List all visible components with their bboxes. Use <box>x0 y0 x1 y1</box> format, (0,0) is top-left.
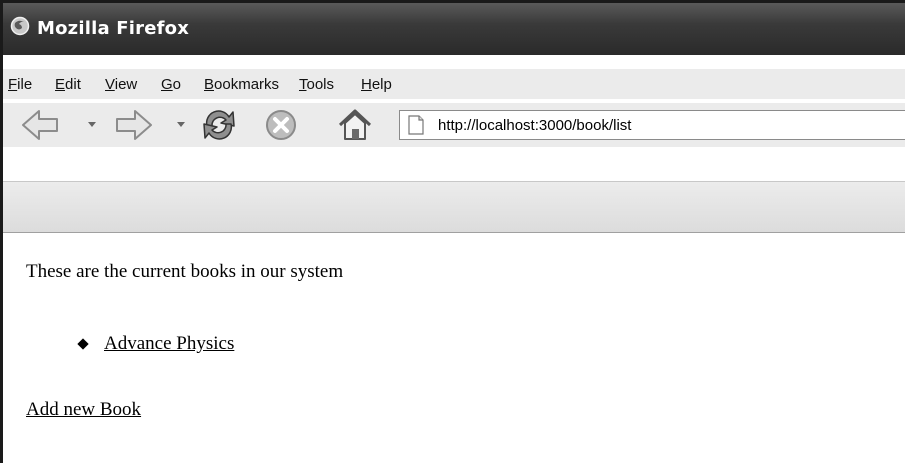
menu-file-rest: ile <box>17 75 33 93</box>
menu-view-mnemonic: V <box>105 75 115 93</box>
menu-file[interactable]: File <box>3 76 37 93</box>
browser-window: Mozilla Firefox File Edit View Go Bookma… <box>0 0 905 463</box>
menu-edit-mnemonic: E <box>55 75 66 93</box>
navigation-toolbar: http://localhost:3000/book/list <box>3 103 905 147</box>
firefox-icon <box>9 15 31 37</box>
menu-help[interactable]: Help <box>356 76 397 93</box>
forward-icon[interactable] <box>109 103 157 147</box>
list-item: Advance Physics <box>77 333 234 355</box>
page-content: These are the current books in our syste… <box>3 233 905 463</box>
menu-tools-mnemonic: T <box>299 75 307 93</box>
home-icon[interactable] <box>331 103 379 147</box>
back-icon[interactable] <box>17 103 65 147</box>
menu-bar: File Edit View Go Bookmarks Tools Help <box>3 69 905 99</box>
menu-help-mnemonic: H <box>361 75 372 93</box>
menu-view[interactable]: View <box>100 76 142 93</box>
menu-go-rest: o <box>172 75 182 93</box>
add-new-book-link[interactable]: Add new Book <box>26 399 141 421</box>
page-icon <box>408 115 426 135</box>
menu-edit[interactable]: Edit <box>50 76 86 93</box>
menu-view-rest: iew <box>114 75 138 93</box>
bookmarks-toolbar <box>3 181 905 233</box>
book-list: Advance Physics <box>77 333 234 355</box>
menu-tools-rest: ools <box>306 75 335 93</box>
stop-icon[interactable] <box>257 103 305 147</box>
menu-bookmarks-mnemonic: B <box>204 75 215 93</box>
bullet-icon <box>77 338 89 350</box>
menu-file-mnemonic: F <box>8 75 18 93</box>
menu-bookmarks[interactable]: Bookmarks <box>199 76 284 93</box>
menu-tools[interactable]: Tools <box>294 76 339 93</box>
menu-go[interactable]: Go <box>156 76 186 93</box>
menu-help-rest: elp <box>371 75 392 93</box>
window-title: Mozilla Firefox <box>37 18 190 39</box>
forward-dropdown-icon[interactable] <box>177 122 185 127</box>
reload-icon[interactable] <box>195 103 243 147</box>
menu-bookmarks-rest: ookmarks <box>214 75 280 93</box>
back-dropdown-icon[interactable] <box>88 122 96 127</box>
book-link[interactable]: Advance Physics <box>104 333 234 355</box>
url-text[interactable]: http://localhost:3000/book/list <box>438 117 631 134</box>
menu-edit-rest: dit <box>65 75 81 93</box>
address-bar[interactable]: http://localhost:3000/book/list <box>399 110 905 140</box>
title-bar: Mozilla Firefox <box>3 3 905 55</box>
menu-go-mnemonic: G <box>161 75 173 93</box>
intro-text: These are the current books in our syste… <box>26 261 344 282</box>
